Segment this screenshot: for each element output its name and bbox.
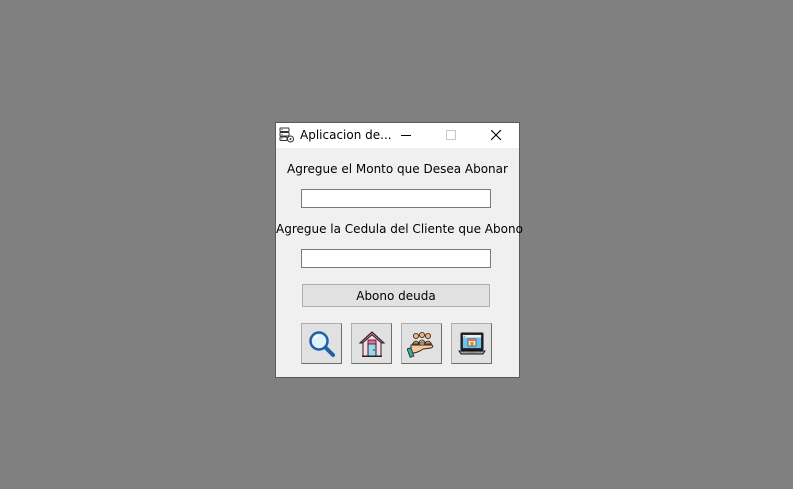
database-settings-icon [279, 127, 295, 143]
abono-deuda-button[interactable]: Abono deuda [302, 284, 490, 307]
clients-hand-icon [407, 332, 434, 358]
home-icon [358, 331, 386, 357]
close-button[interactable] [474, 123, 519, 148]
online-store-button[interactable] [451, 323, 492, 364]
title-bar[interactable]: Aplicacion de... [276, 123, 519, 148]
window-title: Aplicacion de... [300, 128, 392, 142]
search-button[interactable] [301, 323, 342, 364]
cedula-input[interactable] [301, 249, 491, 268]
minimize-button[interactable] [384, 123, 429, 148]
minimize-icon [401, 135, 411, 136]
close-icon [491, 130, 502, 141]
online-store-icon [458, 332, 486, 355]
search-icon [309, 331, 335, 357]
monto-label: Agregue el Monto que Desea Abonar [287, 162, 508, 176]
home-button[interactable] [351, 323, 392, 364]
monto-input[interactable] [301, 189, 491, 208]
maximize-icon [446, 130, 456, 140]
cedula-label: Agregue la Cedula del Cliente que Abono [276, 222, 523, 236]
app-window: Aplicacion de... Agregue el Monto que De… [275, 122, 523, 378]
clients-button[interactable] [401, 323, 442, 364]
maximize-button[interactable] [429, 123, 474, 148]
